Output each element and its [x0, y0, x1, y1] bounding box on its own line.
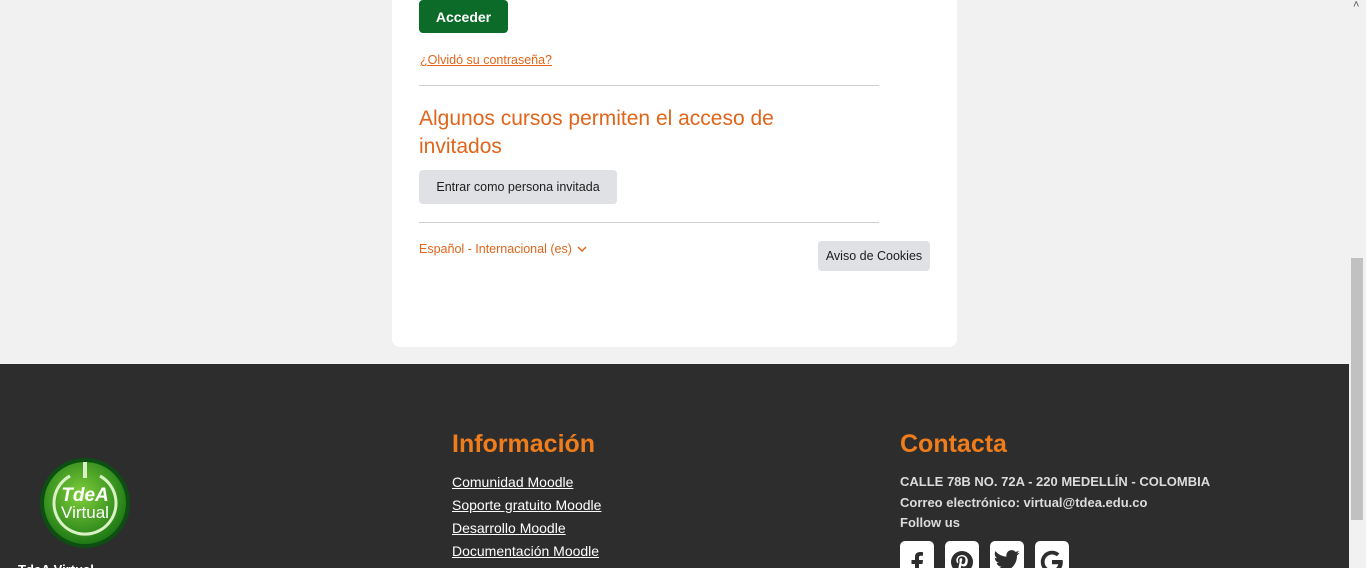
- login-button[interactable]: Acceder: [419, 0, 508, 33]
- divider: [419, 85, 879, 86]
- page: Acceder ¿Olvidó su contraseña? Algunos c…: [0, 0, 1366, 568]
- list-item: Documentación Moodle: [452, 543, 601, 566]
- footer-link-moodle-support[interactable]: Soporte gratuito Moodle: [452, 497, 601, 513]
- contact-title: Contacta: [900, 430, 1007, 458]
- scroll-up-arrow-icon[interactable]: ˄: [1353, 0, 1359, 11]
- language-selector[interactable]: Español - Internacional (es): [419, 242, 587, 256]
- scrollbar[interactable]: ˄: [1349, 0, 1366, 568]
- contact-info: CALLE 78B NO. 72A - 220 MEDELLÍN - COLOM…: [900, 474, 1210, 536]
- cookie-notice-button[interactable]: Aviso de Cookies: [818, 241, 930, 271]
- google-link[interactable]: [1035, 541, 1069, 568]
- footer: TdeA Virtual TdeA Virtual Información Co…: [0, 364, 1349, 568]
- guest-login-button[interactable]: Entrar como persona invitada: [419, 170, 617, 204]
- pinterest-icon: [951, 551, 973, 568]
- facebook-icon: [911, 552, 923, 568]
- information-links: Comunidad Moodle Soporte gratuito Moodle…: [452, 474, 601, 566]
- footer-link-moodle-community[interactable]: Comunidad Moodle: [452, 474, 573, 490]
- pinterest-link[interactable]: [945, 541, 979, 568]
- twitter-icon: [994, 550, 1020, 568]
- login-card: Acceder ¿Olvidó su contraseña? Algunos c…: [392, 0, 957, 347]
- social-links: [900, 541, 1069, 568]
- footer-link-moodle-development[interactable]: Desarrollo Moodle: [452, 520, 566, 536]
- power-button-logo-icon: TdeA Virtual: [40, 458, 130, 548]
- language-selector-label: Español - Internacional (es): [419, 242, 572, 256]
- list-item: Comunidad Moodle: [452, 474, 601, 497]
- facebook-link[interactable]: [900, 541, 934, 568]
- forgot-password-link[interactable]: ¿Olvidó su contraseña?: [420, 53, 552, 67]
- logo-text-bottom: Virtual: [61, 503, 109, 522]
- information-title: Información: [452, 430, 596, 458]
- contact-address: CALLE 78B NO. 72A - 220 MEDELLÍN - COLOM…: [900, 474, 1211, 489]
- google-icon: [1040, 550, 1063, 568]
- tdea-virtual-logo[interactable]: TdeA Virtual: [38, 456, 132, 550]
- contact-email: Correo electrónico: virtual@tdea.edu.co: [900, 494, 1148, 510]
- list-item: Desarrollo Moodle: [452, 520, 601, 543]
- chevron-down-icon: [577, 245, 587, 252]
- scrollbar-thumb[interactable]: [1351, 258, 1363, 520]
- site-name-partial: TdeA Virtual: [18, 562, 94, 568]
- divider: [419, 222, 879, 223]
- guest-access-heading: Algunos cursos permiten el acceso de inv…: [419, 107, 774, 158]
- follow-us-label: Follow us: [900, 515, 960, 530]
- list-item: Soporte gratuito Moodle: [452, 497, 601, 520]
- twitter-link[interactable]: [990, 541, 1024, 568]
- footer-link-moodle-docs[interactable]: Documentación Moodle: [452, 543, 599, 559]
